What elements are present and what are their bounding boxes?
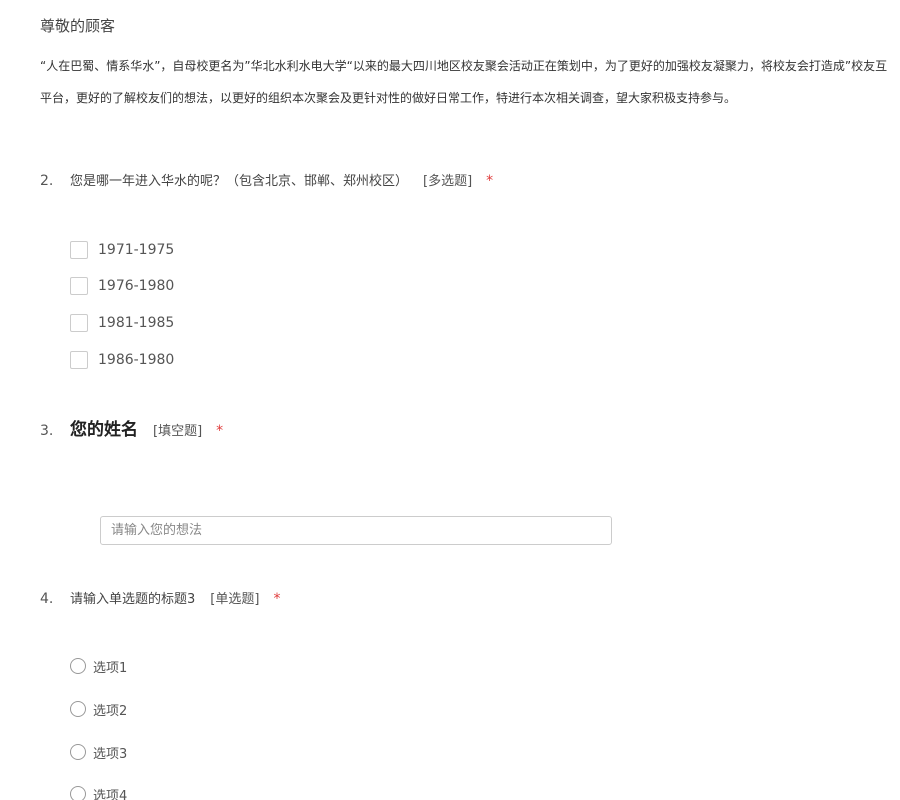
radio-icon[interactable] bbox=[70, 744, 86, 760]
option-label: 选项4 bbox=[93, 788, 128, 800]
survey-page: 尊敬的顾客 “人在巴蜀、情系华水”，自母校更名为”华北水利水电大学“以来的最大四… bbox=[0, 0, 900, 800]
option-label: 选项2 bbox=[93, 703, 128, 719]
required-asterisk: * bbox=[486, 173, 494, 189]
option-label: 1986-1980 bbox=[98, 352, 175, 368]
required-asterisk: * bbox=[216, 423, 224, 439]
option-label: 1971-1975 bbox=[98, 242, 175, 258]
checkbox-icon[interactable] bbox=[70, 241, 88, 259]
radio-icon[interactable] bbox=[70, 658, 86, 674]
option-label: 1976-1980 bbox=[98, 278, 175, 294]
checkbox-icon[interactable] bbox=[70, 277, 88, 295]
checkbox-option-1986-1980[interactable]: 1986-1980 bbox=[70, 350, 174, 370]
intro-text-line-1: “人在巴蜀、情系华水”，自母校更名为”华北水利水电大学“以来的最大四川地区校友聚… bbox=[40, 59, 888, 73]
checkbox-icon[interactable] bbox=[70, 314, 88, 332]
question-3-header: 3. 您的姓名 [填空题] * bbox=[40, 415, 223, 440]
question-number: 2. bbox=[40, 173, 54, 189]
option-label: 选项1 bbox=[93, 660, 128, 676]
option-label: 选项3 bbox=[93, 746, 128, 762]
radio-option-2[interactable]: 选项2 bbox=[70, 699, 127, 719]
greeting-heading: 尊敬的顾客 bbox=[40, 17, 116, 35]
radio-option-1[interactable]: 选项1 bbox=[70, 656, 127, 676]
radio-icon[interactable] bbox=[70, 701, 86, 717]
radio-icon[interactable] bbox=[70, 786, 86, 800]
radio-option-4[interactable]: 选项4 bbox=[70, 784, 127, 800]
question-type-label: [填空题] bbox=[153, 424, 203, 439]
question-number: 3. bbox=[40, 423, 54, 439]
name-input[interactable] bbox=[100, 516, 612, 545]
intro-text-line-2: 平台，更好的了解校友们的想法，以更好的组织本次聚会及更针对性的做好日常工作，特进… bbox=[40, 91, 737, 105]
checkbox-icon[interactable] bbox=[70, 351, 88, 369]
checkbox-option-1976-1980[interactable]: 1976-1980 bbox=[70, 276, 174, 296]
question-4-header: 4. 请输入单选题的标题3 [单选题] * bbox=[40, 588, 280, 607]
question-type-label: [多选题] bbox=[423, 174, 473, 189]
question-2-header: 2. 您是哪一年进入华水的呢？（包含北京、邯郸、郑州校区） [多选题] * bbox=[40, 170, 493, 189]
question-title: 您是哪一年进入华水的呢？（包含北京、邯郸、郑州校区） bbox=[70, 174, 409, 189]
question-title: 您的姓名 bbox=[70, 420, 138, 440]
radio-option-3[interactable]: 选项3 bbox=[70, 742, 127, 762]
checkbox-option-1971-1975[interactable]: 1971-1975 bbox=[70, 240, 174, 260]
option-label: 1981-1985 bbox=[98, 315, 175, 331]
question-type-label: [单选题] bbox=[210, 592, 260, 607]
required-asterisk: * bbox=[273, 591, 281, 607]
question-title: 请输入单选题的标题3 bbox=[70, 592, 196, 607]
checkbox-option-1981-1985[interactable]: 1981-1985 bbox=[70, 313, 174, 333]
question-number: 4. bbox=[40, 591, 54, 607]
